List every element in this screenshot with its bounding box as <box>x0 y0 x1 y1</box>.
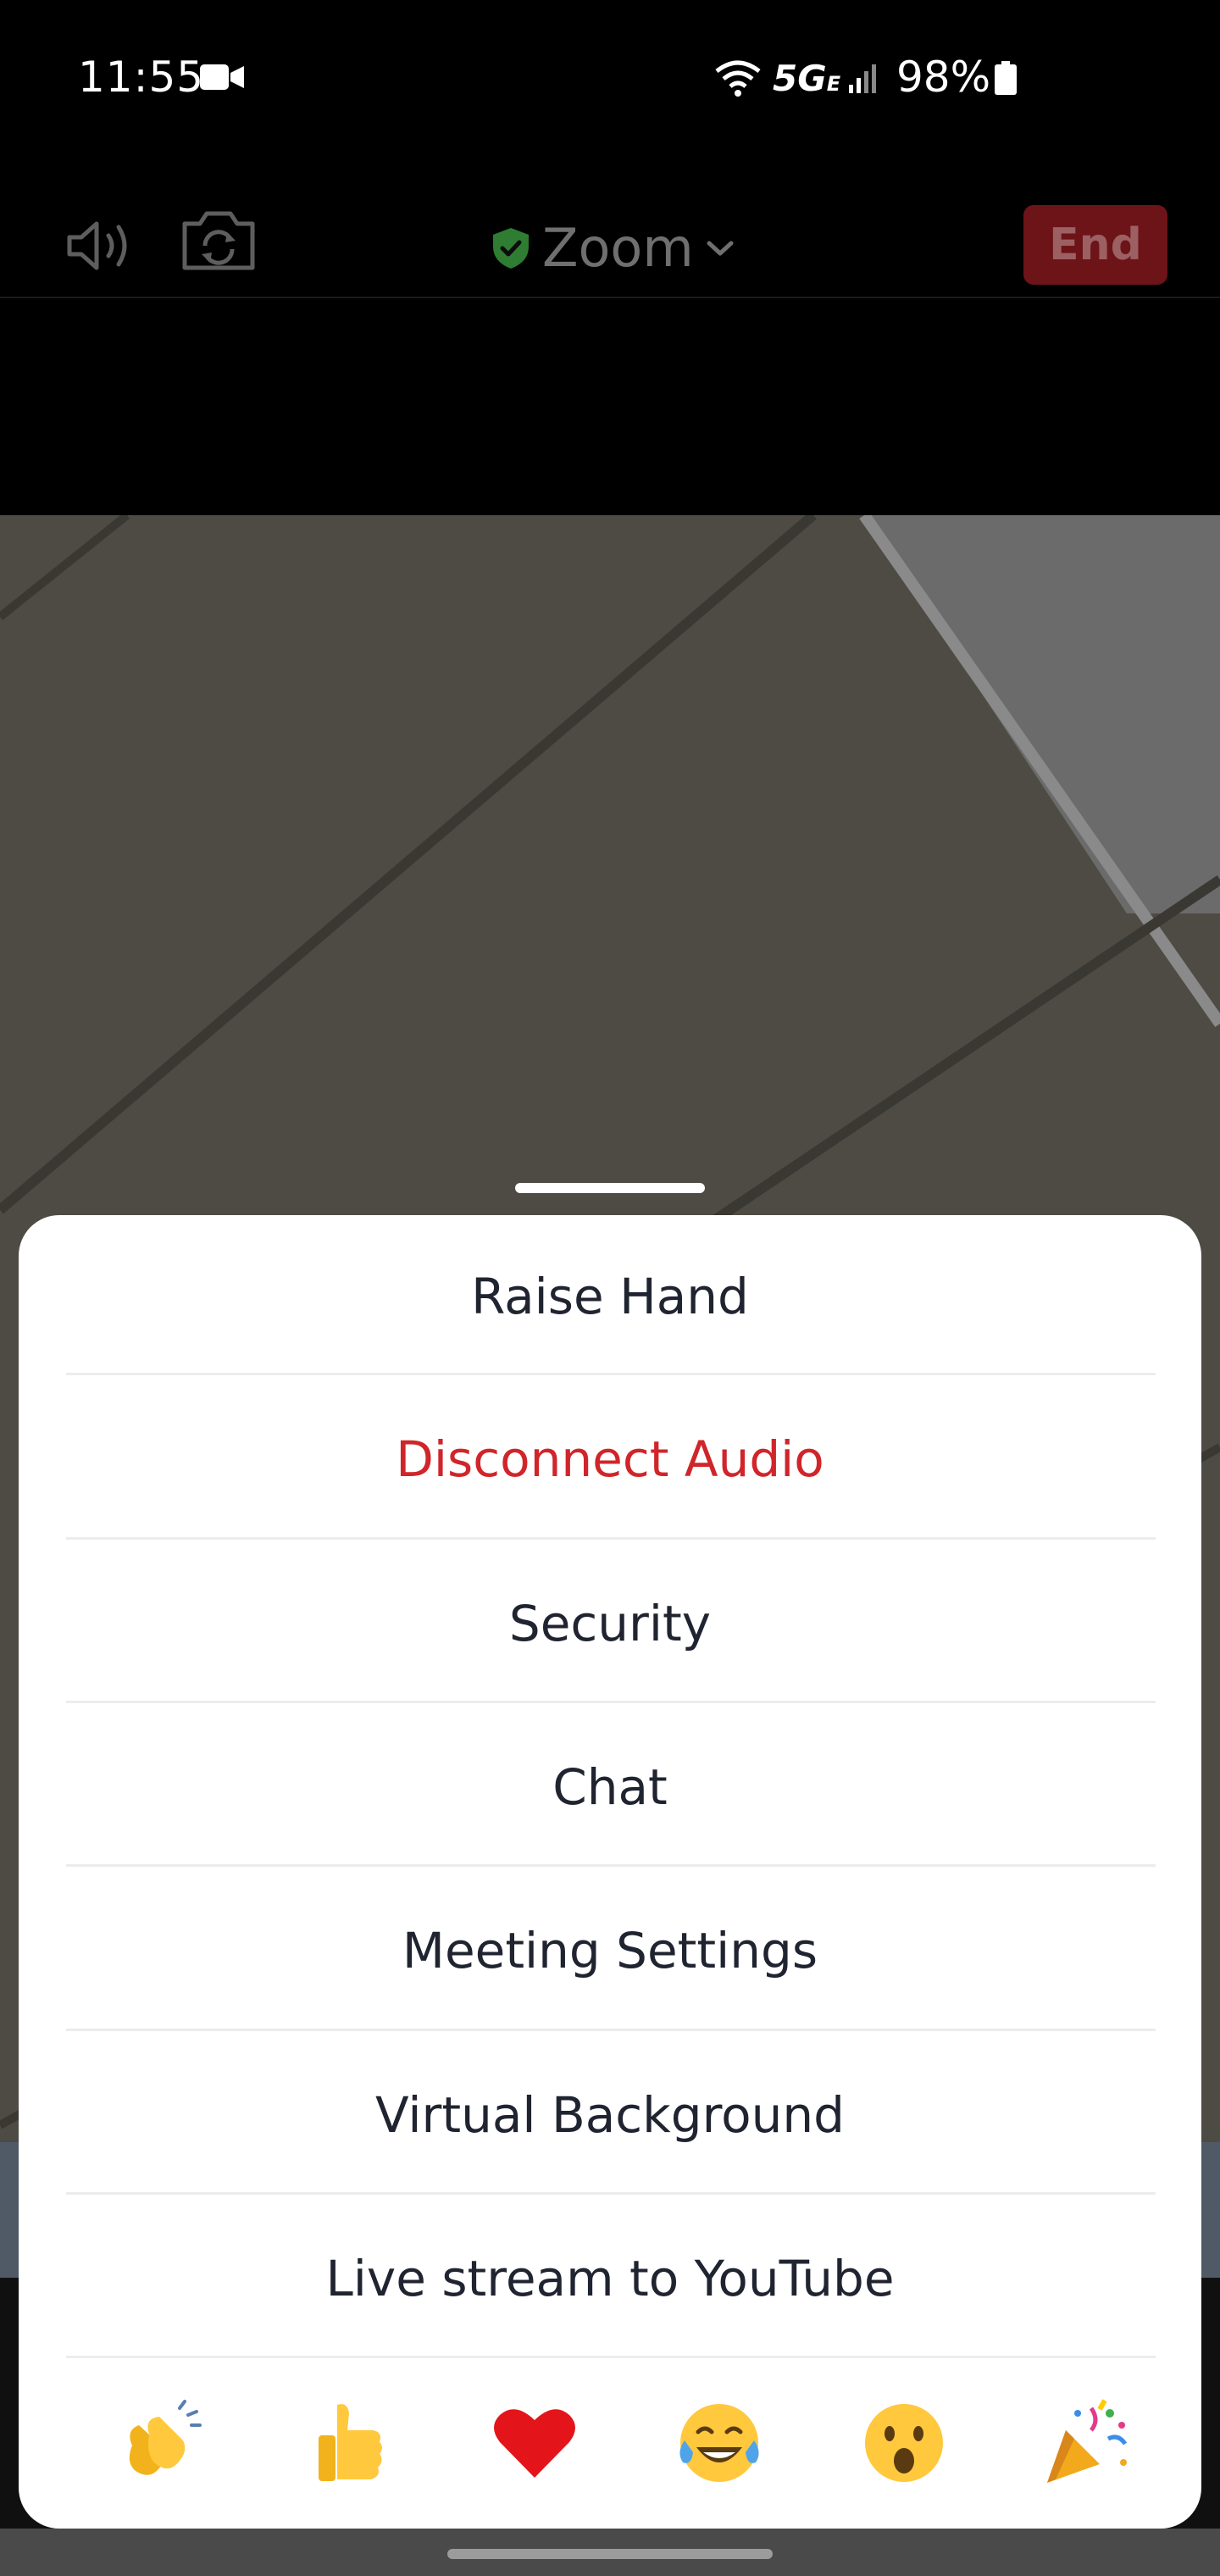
chat-option[interactable]: Chat <box>19 1706 1201 1868</box>
live-stream-youtube-option[interactable]: Live stream to YouTube <box>19 2197 1201 2360</box>
red-heart-icon[interactable] <box>488 2396 581 2490</box>
toolbar-divider <box>0 297 1220 298</box>
flip-camera-icon[interactable] <box>180 208 258 273</box>
signal-strength-icon <box>849 64 876 93</box>
menu-divider <box>66 1864 1156 1867</box>
chevron-down-icon <box>707 241 734 255</box>
sheet-drag-handle[interactable] <box>515 1183 705 1193</box>
home-indicator[interactable] <box>447 2549 773 2559</box>
menu-divider <box>66 1373 1156 1375</box>
network-label: 5G <box>773 58 827 99</box>
status-bar: 11:55 5GE 98% <box>0 0 1220 161</box>
surprised-face-icon[interactable] <box>857 2396 951 2490</box>
menu-divider <box>66 1701 1156 1703</box>
battery-icon <box>995 61 1017 95</box>
meeting-actions-sheet: Raise Hand Disconnect Audio Security Cha… <box>19 1215 1201 2529</box>
menu-divider <box>66 2192 1156 2195</box>
thumbs-up-icon[interactable] <box>303 2396 396 2490</box>
virtual-background-option[interactable]: Virtual Background <box>19 2034 1201 2196</box>
wifi-icon <box>715 60 761 97</box>
tears-of-joy-icon[interactable] <box>673 2396 766 2490</box>
meeting-title: Zoom <box>542 217 694 279</box>
battery-percentage: 98% <box>896 53 991 102</box>
speaker-icon[interactable] <box>66 219 137 273</box>
shield-check-icon <box>493 227 529 269</box>
menu-divider <box>66 1537 1156 1540</box>
network-type: 5GE <box>773 58 840 99</box>
security-option[interactable]: Security <box>19 1542 1201 1705</box>
status-time: 11:55 <box>78 53 205 102</box>
menu-divider <box>66 2029 1156 2031</box>
clapping-hands-icon[interactable] <box>117 2396 210 2490</box>
video-camera-icon <box>200 64 244 90</box>
reactions-row <box>19 2357 1201 2527</box>
party-popper-icon[interactable] <box>1040 2396 1134 2490</box>
disconnect-audio-option[interactable]: Disconnect Audio <box>19 1378 1201 1541</box>
meeting-title-dropdown[interactable]: Zoom <box>491 217 735 279</box>
raise-hand-option[interactable]: Raise Hand <box>19 1215 1201 1378</box>
network-suffix: E <box>826 72 841 96</box>
meeting-settings-option[interactable]: Meeting Settings <box>19 1869 1201 2032</box>
end-meeting-button[interactable]: End <box>1023 205 1167 285</box>
